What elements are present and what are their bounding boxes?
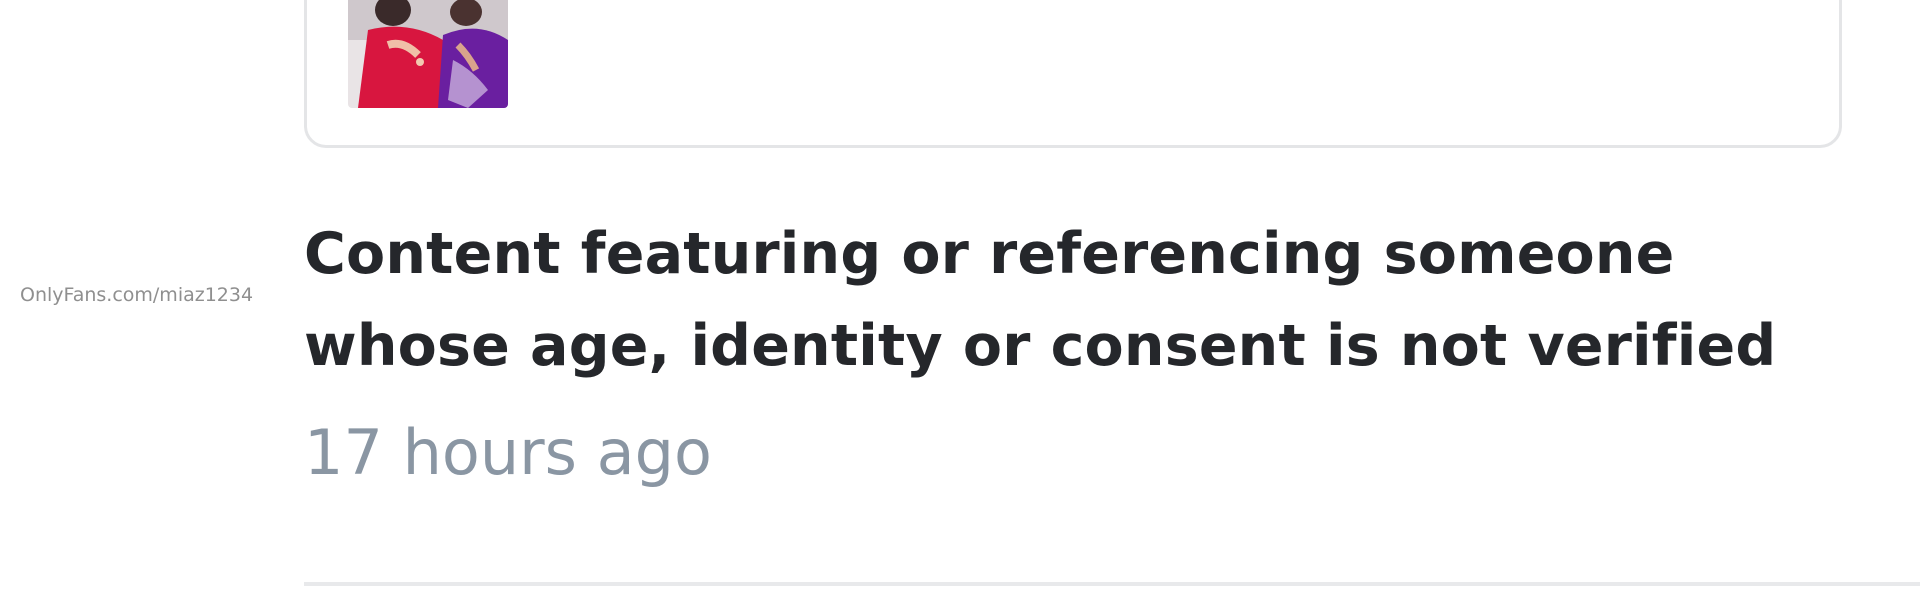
media-card <box>304 0 1842 148</box>
post-title: Content featuring or referencing someone… <box>304 221 1777 379</box>
page: OnlyFans.com/miaz1234 Content featuring … <box>0 0 1920 591</box>
divider <box>304 582 1920 586</box>
media-thumbnail[interactable] <box>348 0 508 108</box>
watermark-text: OnlyFans.com/miaz1234 <box>20 284 254 306</box>
thumbnail-image <box>348 0 508 108</box>
post-timestamp[interactable]: 17 hours ago <box>304 416 712 489</box>
